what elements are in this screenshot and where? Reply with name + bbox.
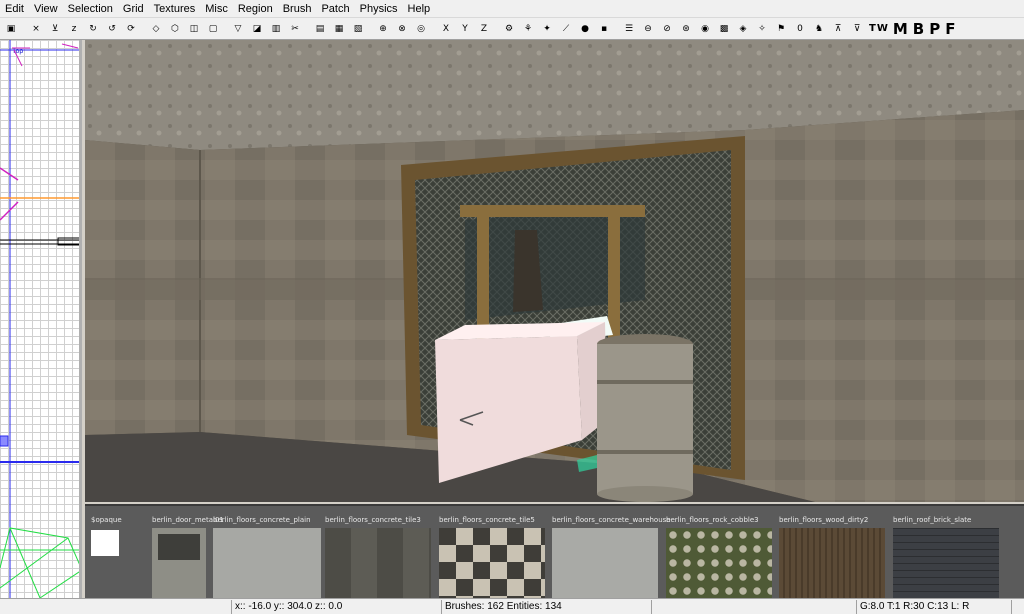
toolbar-text-button[interactable]: M (891, 20, 911, 38)
filter-d-icon[interactable]: ◉ (696, 20, 714, 38)
drill-down-icon[interactable]: ▪ (595, 20, 613, 38)
flip-y-icon[interactable]: ⊻ (46, 20, 64, 38)
filter-k-icon[interactable]: ⊼ (829, 20, 847, 38)
status-grid-info: G:8.0 T:1 R:30 C:13 L: R (857, 599, 1012, 614)
status-bar: x:: -16.0 y:: 304.0 z:: 0.0 Brushes: 162… (0, 598, 1024, 614)
ortho-brush-outlines (0, 40, 79, 598)
menu-region[interactable]: Region (233, 0, 278, 18)
filter-c-icon[interactable]: ⊛ (677, 20, 695, 38)
y-axis-icon[interactable]: Y (456, 20, 474, 38)
menu-physics[interactable]: Physics (355, 0, 403, 18)
filter-l-icon[interactable]: ⊽ (848, 20, 866, 38)
texture-thumbnail (893, 528, 999, 598)
texture-thumbnail (552, 528, 658, 598)
csg-subtract-icon[interactable]: ▽ (229, 20, 247, 38)
texture-name: berlin_floors_rock_cobble3 (666, 516, 759, 524)
drag-vertices-icon[interactable]: ▧ (349, 20, 367, 38)
filter-a-icon[interactable]: ⊖ (639, 20, 657, 38)
texture-tile[interactable]: berlin_floors_concrete_plain (213, 516, 323, 598)
texture-tile[interactable]: berlin_door_metal01 (152, 516, 224, 598)
texture-tile[interactable]: berlin_roof_brick_slate (893, 516, 1001, 598)
select-touching-icon[interactable]: ⬡ (166, 20, 184, 38)
z-axis-icon[interactable]: Z (475, 20, 493, 38)
insert-icon[interactable]: ✦ (538, 20, 556, 38)
menu-misc[interactable]: Misc (200, 0, 233, 18)
texture-name: $opaque (91, 516, 122, 524)
menu-patch[interactable]: Patch (316, 0, 354, 18)
menu-view[interactable]: View (29, 0, 63, 18)
flip-z-icon[interactable]: z (65, 20, 83, 38)
menu-edit[interactable]: Edit (0, 0, 29, 18)
filter-i-icon[interactable]: 0 (791, 20, 809, 38)
texture-lock-icon[interactable]: ⊗ (393, 20, 411, 38)
texture-name: berlin_floors_concrete_tile5 (439, 516, 535, 524)
filter-e-icon[interactable]: ▩ (715, 20, 733, 38)
camera-scene (85, 40, 1024, 502)
save-icon[interactable]: ▣ (2, 20, 20, 38)
filter-b-icon[interactable]: ⊘ (658, 20, 676, 38)
make-room-icon[interactable]: ▤ (311, 20, 329, 38)
scale-lock-icon[interactable]: ◎ (412, 20, 430, 38)
texture-name: berlin_roof_brick_slate (893, 516, 972, 524)
texture-name: berlin_floors_concrete_plain (213, 516, 311, 524)
texture-tile[interactable]: berlin_floors_concrete_tile3 (325, 516, 433, 598)
filter-f-icon[interactable]: ◈ (734, 20, 752, 38)
toolbar-text-button[interactable]: TW (867, 23, 891, 34)
menu-selection[interactable]: Selection (63, 0, 118, 18)
texture-thumbnail (152, 528, 206, 598)
rotate-z-icon[interactable]: ⟳ (122, 20, 140, 38)
texture-thumbnail (779, 528, 885, 598)
texture-thumbnail (666, 528, 772, 598)
select-partial-tall-icon[interactable]: ◫ (185, 20, 203, 38)
texture-browser[interactable]: $opaque berlin_door_metal01 berlin_floors_… (85, 504, 1024, 598)
welding-icon[interactable]: ● (576, 20, 594, 38)
texture-tile[interactable]: berlin_floors_wood_dirty2 (779, 516, 887, 598)
toolbar-text-button[interactable]: P (927, 20, 943, 38)
texture-tile[interactable]: berlin_floors_concrete_tile5 (439, 516, 547, 598)
show-entities-icon[interactable]: ☰ (620, 20, 638, 38)
status-empty-middle (652, 599, 857, 614)
view-change-icon[interactable]: ⊕ (374, 20, 392, 38)
bend-mode-icon[interactable]: ⚘ (519, 20, 537, 38)
flip-x-icon[interactable]: × (27, 20, 45, 38)
texture-tile[interactable]: berlin_floors_rock_cobble3 (666, 516, 774, 598)
texture-tile[interactable]: $opaque (91, 516, 122, 598)
csg-merge-icon[interactable]: ◪ (248, 20, 266, 38)
rotate-y-icon[interactable]: ↺ (103, 20, 121, 38)
select-complete-tall-icon[interactable]: ◇ (147, 20, 165, 38)
menu-bar: Edit View Selection Grid Textures Misc Region B… (0, 0, 1024, 18)
texture-thumbnail (439, 528, 545, 598)
drag-edges-icon[interactable]: ▦ (330, 20, 348, 38)
texture-name: berlin_floors_wood_dirty2 (779, 516, 869, 524)
status-coordinates: x:: -16.0 y:: 304.0 z:: 0.0 (232, 599, 442, 614)
status-brush-entity-count: Brushes: 162 Entities: 134 (442, 599, 652, 614)
filter-h-icon[interactable]: ⚑ (772, 20, 790, 38)
select-inside-icon[interactable]: ▢ (204, 20, 222, 38)
texture-name: berlin_floors_concrete_warehouse (552, 516, 671, 524)
status-empty-left (0, 599, 232, 614)
texture-thumbnail (213, 528, 321, 598)
texture-thumbnail (325, 528, 431, 598)
3d-camera-view[interactable] (85, 40, 1024, 502)
cap-patch-icon[interactable]: ⟋ (557, 20, 575, 38)
x-axis-icon[interactable]: X (437, 20, 455, 38)
texture-tile[interactable]: berlin_floors_concrete_warehouse (552, 516, 671, 598)
menu-help[interactable]: Help (403, 0, 436, 18)
filter-g-icon[interactable]: ✧ (753, 20, 771, 38)
clipper-icon[interactable]: ✂ (286, 20, 304, 38)
toolbar: ▣ × ⊻ z ↻ ↺ ⟳ ◇ ⬡ ◫ ▢ ▽ ◪ ▥ ✂ ▤ ▦ ▧ ⊕ ⊗ ◎ X Y Z ⚙ ⚘ ✦ ⟋ ● ▪ ☰ ⊖ ⊘ ⊛ ◉ ▩ ◈ ✧ ⚑ 0… (0, 18, 1024, 40)
filter-j-icon[interactable]: ♞ (810, 20, 828, 38)
rotate-x-icon[interactable]: ↻ (84, 20, 102, 38)
texture-name: berlin_floors_concrete_tile3 (325, 516, 421, 524)
patch-mode-icon[interactable]: ⚙ (500, 20, 518, 38)
csg-hollow-icon[interactable]: ▥ (267, 20, 285, 38)
menu-brush[interactable]: Brush (278, 0, 317, 18)
toolbar-text-button[interactable]: B (911, 20, 927, 38)
texture-thumbnail (91, 530, 119, 556)
toolbar-text-button[interactable]: F (943, 20, 958, 38)
menu-grid[interactable]: Grid (118, 0, 149, 18)
menu-textures[interactable]: Textures (149, 0, 201, 18)
ortho-2d-view[interactable]: Top (0, 40, 82, 598)
